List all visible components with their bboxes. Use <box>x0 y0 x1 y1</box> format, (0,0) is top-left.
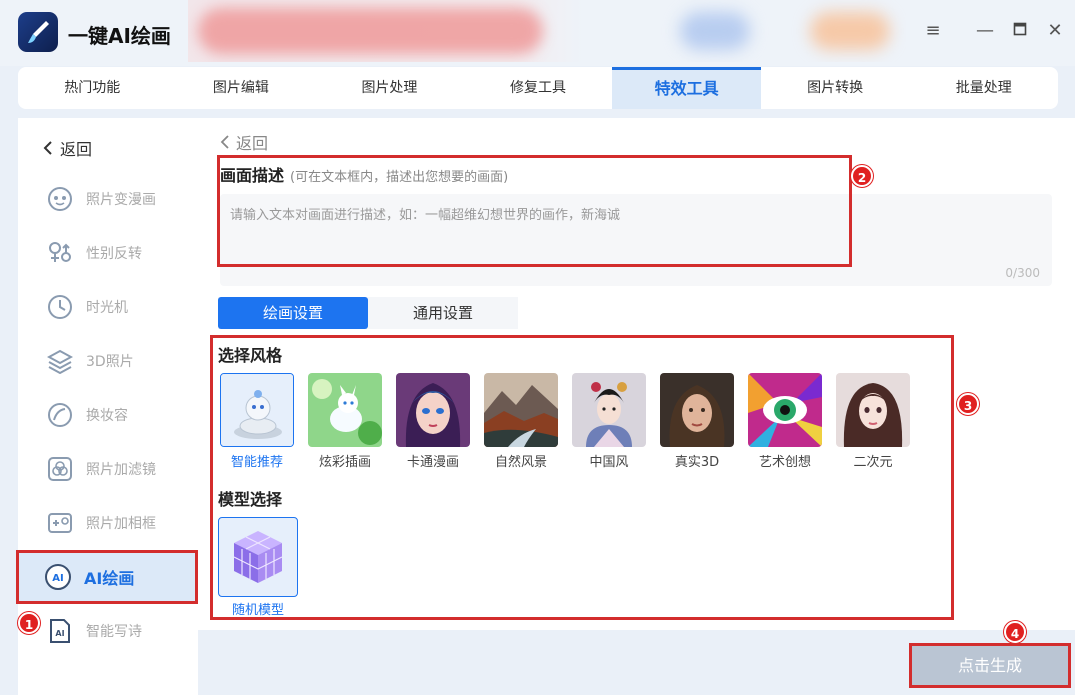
sidebar-item-ai-painting[interactable]: AI AI绘画 <box>16 550 198 604</box>
annotation-badge-4: 4 <box>1004 621 1026 643</box>
model-label: 随机模型 <box>231 603 284 618</box>
tab-repair-tools[interactable]: 修复工具 <box>464 67 613 109</box>
style-smart-recommend[interactable]: 智能推荐 <box>218 373 296 470</box>
style-thumbnail <box>660 373 734 447</box>
sidebar-item-photo-frame[interactable]: 照片加相框 <box>18 496 198 550</box>
sidebar-item-photo-filter[interactable]: 照片加滤镜 <box>18 442 198 496</box>
annotation-badge-3: 3 <box>957 393 979 415</box>
style-label: 智能推荐 <box>230 455 283 470</box>
description-label: 画面描述 (可在文本框内，描述出您想要的画面) <box>220 166 509 185</box>
model-random[interactable]: 随机模型 <box>218 517 298 618</box>
sidebar-item-3d-photo[interactable]: 3D照片 <box>18 334 198 388</box>
sidebar-item-gender-swap[interactable]: 性别反转 <box>18 226 198 280</box>
settings-tabs: 绘画设置 通用设置 <box>218 297 518 329</box>
sidebar-item-label: 智能写诗 <box>86 624 142 640</box>
tab-image-process[interactable]: 图片处理 <box>315 67 464 109</box>
app-logo-icon <box>18 12 58 52</box>
svg-text:AI: AI <box>52 573 63 584</box>
tab-effects-tools[interactable]: 特效工具 <box>612 67 761 109</box>
sidebar: 返回 照片变漫画 性别反转 时光机 3D照片 换妆容 照片加滤镜 照片加相框 A… <box>16 118 198 695</box>
style-thumbnail <box>484 373 558 447</box>
menu-icon[interactable]: ≡ <box>921 20 945 41</box>
sidebar-item-label: 性别反转 <box>86 246 142 262</box>
description-hint: (可在文本框内，描述出您想要的画面) <box>290 170 509 185</box>
svg-text:AI: AI <box>55 629 64 638</box>
tab-general-settings[interactable]: 通用设置 <box>368 297 518 329</box>
sidebar-item-label: 时光机 <box>86 300 128 316</box>
sidebar-item-label: 3D照片 <box>86 354 134 370</box>
tab-hot-features[interactable]: 热门功能 <box>18 67 167 109</box>
style-label: 炫彩插画 <box>318 455 371 470</box>
maximize-icon[interactable] <box>1008 20 1032 41</box>
ai-palette-icon: AI <box>44 563 72 591</box>
makeup-icon <box>46 401 74 429</box>
style-label: 二次元 <box>853 455 893 470</box>
style-natural-scenery[interactable]: 自然风景 <box>482 373 560 470</box>
sidebar-back-label: 返回 <box>60 140 93 159</box>
sidebar-item-smart-poem[interactable]: AI 智能写诗 <box>18 604 198 658</box>
description-input[interactable] <box>220 194 1052 264</box>
sidebar-item-label: 照片加相框 <box>86 516 156 532</box>
filter-icon <box>46 455 74 483</box>
style-artistic-creation[interactable]: 艺术创想 <box>746 373 824 470</box>
main-back-label: 返回 <box>236 134 269 153</box>
sidebar-item-label: AI绘画 <box>84 569 135 588</box>
style-label: 真实3D <box>674 455 720 470</box>
style-thumbnail <box>308 373 382 447</box>
style-thumbnail <box>220 373 294 447</box>
cube-icon <box>218 517 298 597</box>
minimize-icon[interactable]: — <box>973 20 997 41</box>
style-thumbnail <box>748 373 822 447</box>
style-label: 艺术创想 <box>758 455 811 470</box>
tab-image-edit[interactable]: 图片编辑 <box>167 67 316 109</box>
tab-image-convert[interactable]: 图片转换 <box>761 67 910 109</box>
chevron-left-icon <box>220 135 229 149</box>
main-panel: 返回 画面描述(可在文本框内，描述出您想要的画面) 0/300 绘画设置 通用设… <box>198 118 1075 630</box>
title-bar: 一键AI绘画 ≡ — ✕ <box>0 0 1075 66</box>
gender-icon <box>46 239 74 267</box>
model-section-title: 模型选择 <box>218 490 283 509</box>
sidebar-item-time-machine[interactable]: 时光机 <box>18 280 198 334</box>
face-mask-icon <box>46 185 74 213</box>
app-title: 一键AI绘画 <box>68 24 171 48</box>
style-realistic-3d[interactable]: 真实3D <box>658 373 736 470</box>
main-back-button[interactable]: 返回 <box>220 130 268 154</box>
tab-batch-process[interactable]: 批量处理 <box>909 67 1058 109</box>
style-colorful-illustration[interactable]: 炫彩插画 <box>306 373 384 470</box>
style-thumbnail <box>836 373 910 447</box>
clock-icon <box>46 293 74 321</box>
style-thumbnail <box>572 373 646 447</box>
blurred-banner <box>188 0 906 62</box>
style-label: 自然风景 <box>494 455 547 470</box>
sidebar-item-label: 照片加滤镜 <box>86 462 156 478</box>
style-section-title: 选择风格 <box>218 346 283 365</box>
sidebar-back-button[interactable]: 返回 <box>42 136 92 160</box>
char-counter: 0/300 <box>1005 266 1040 280</box>
top-tabs: 热门功能 图片编辑 图片处理 修复工具 特效工具 图片转换 批量处理 <box>18 67 1058 109</box>
frame-icon <box>46 509 74 537</box>
sidebar-item-label: 照片变漫画 <box>86 192 156 208</box>
style-thumbnail <box>396 373 470 447</box>
generate-button[interactable]: 点击生成 <box>909 643 1071 688</box>
style-chinese-style[interactable]: 中国风 <box>570 373 648 470</box>
style-label: 中国风 <box>589 455 629 470</box>
description-box: 0/300 <box>220 194 1052 286</box>
ai-document-icon: AI <box>46 617 74 645</box>
style-label: 卡通漫画 <box>406 455 459 470</box>
annotation-badge-1: 1 <box>18 612 40 634</box>
close-icon[interactable]: ✕ <box>1043 20 1067 41</box>
annotation-badge-2: 2 <box>851 165 873 187</box>
chevron-left-icon <box>43 141 52 155</box>
style-anime[interactable]: 二次元 <box>834 373 912 470</box>
sidebar-item-label: 换妆容 <box>86 408 128 424</box>
tab-painting-settings[interactable]: 绘画设置 <box>218 297 368 329</box>
layers-icon <box>46 347 74 375</box>
style-cartoon-comic[interactable]: 卡通漫画 <box>394 373 472 470</box>
sidebar-item-photo-to-cartoon[interactable]: 照片变漫画 <box>18 172 198 226</box>
sidebar-item-makeup[interactable]: 换妆容 <box>18 388 198 442</box>
